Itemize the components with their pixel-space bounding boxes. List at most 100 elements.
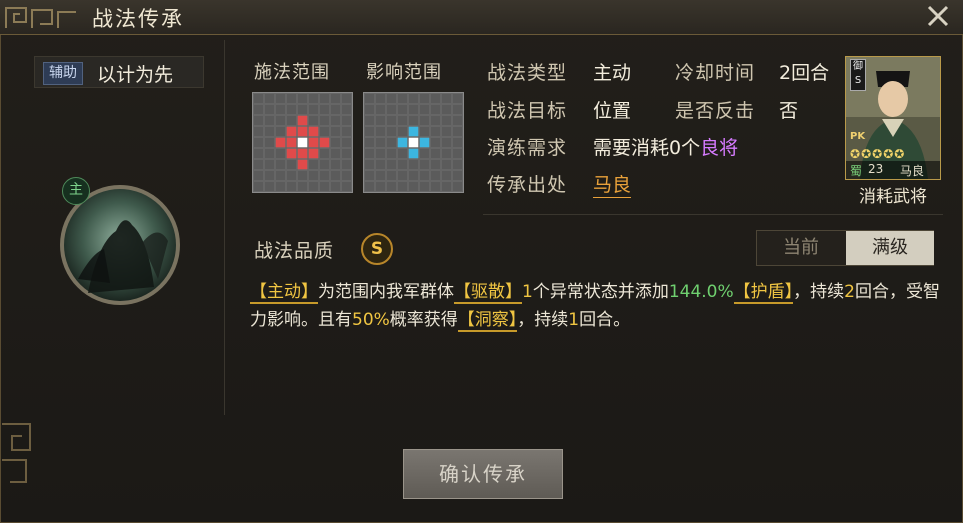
grid-cell: [264, 148, 275, 159]
grid-cell: [319, 137, 330, 148]
counter-key: 是否反击: [675, 100, 756, 122]
grid-cell: [253, 115, 264, 126]
desc-keyword-dispel: 【驱散】: [454, 282, 522, 304]
grid-cell: [275, 104, 286, 115]
grid-cell: [319, 181, 330, 192]
grid-cell: [419, 137, 430, 148]
grid-cell: [330, 159, 341, 170]
grid-cell: [297, 148, 308, 159]
grid-cell: [341, 137, 352, 148]
grid-cell: [275, 137, 286, 148]
grid-cell: [341, 93, 352, 104]
grid-cell: [441, 170, 452, 181]
desc-text: 回合。: [579, 310, 631, 330]
grid-cell: [341, 126, 352, 137]
grid-cell: [419, 159, 430, 170]
grid-cell: [308, 104, 319, 115]
grid-cell: [308, 148, 319, 159]
grid-cell: [297, 170, 308, 181]
grid-cell: [297, 159, 308, 170]
grid-cell: [397, 126, 408, 137]
tab-max-level[interactable]: 满级: [846, 231, 934, 265]
grid-cell: [297, 137, 308, 148]
grid-cell: [275, 159, 286, 170]
desc-keyword-shield: 【护盾】: [733, 282, 794, 304]
grid-cell: [452, 148, 463, 159]
effect-range-grid: [363, 92, 464, 193]
grid-cell: [375, 126, 386, 137]
grid-cell: [308, 159, 319, 170]
general-card[interactable]: 御S PK ✪✪✪✪✪ 蜀 23 马良: [845, 56, 941, 180]
counter-value: 否: [779, 100, 799, 122]
cast-range-grid: [252, 92, 353, 193]
grid-cell: [452, 159, 463, 170]
grid-cell: [253, 93, 264, 104]
grid-cell: [253, 148, 264, 159]
tab-current-level[interactable]: 当前: [757, 231, 845, 265]
grid-cell: [375, 170, 386, 181]
star-icon: ✪: [883, 147, 894, 161]
grid-cell: [441, 115, 452, 126]
grid-cell: [297, 126, 308, 137]
side-ornament-icon: [2, 423, 31, 483]
grid-cell: [452, 137, 463, 148]
grid-cell: [364, 148, 375, 159]
origin-link[interactable]: 马良: [593, 170, 632, 198]
grid-cell: [452, 104, 463, 115]
grid-cell: [419, 126, 430, 137]
grid-cell: [452, 115, 463, 126]
train-key: 演练需求: [487, 137, 568, 159]
grid-cell: [441, 104, 452, 115]
grid-cell: [386, 148, 397, 159]
grid-cell: [419, 115, 430, 126]
vertical-divider: [224, 40, 225, 415]
train-prefix: 需要消耗0个: [593, 137, 701, 159]
desc-text: 个异常状态并添加: [532, 282, 669, 302]
grid-cell: [430, 159, 441, 170]
grid-cell: [330, 104, 341, 115]
star-icon: ✪: [872, 147, 883, 161]
grid-cell: [364, 115, 375, 126]
grid-cell: [364, 126, 375, 137]
grid-cell: [419, 170, 430, 181]
grid-cell: [330, 148, 341, 159]
grid-cell: [430, 115, 441, 126]
grid-cell: [364, 181, 375, 192]
grid-cell: [386, 181, 397, 192]
grid-cell: [397, 148, 408, 159]
grid-cell: [308, 181, 319, 192]
grid-cell: [430, 148, 441, 159]
grid-cell: [264, 115, 275, 126]
grid-cell: [286, 93, 297, 104]
grid-cell: [330, 93, 341, 104]
skill-description: 【主动】为范围内我军群体【驱散】1个异常状态并添加144.0%【护盾】，持续2回…: [250, 278, 940, 334]
grid-cell: [341, 115, 352, 126]
grid-cell: [397, 137, 408, 148]
grid-cell: [275, 126, 286, 137]
skill-type-tag: 辅助: [43, 62, 83, 85]
grid-cell: [264, 159, 275, 170]
grid-cell: [430, 137, 441, 148]
grid-cell: [430, 126, 441, 137]
desc-text: ，持续: [793, 282, 845, 302]
grid-cell: [430, 93, 441, 104]
effect-range-label: 影响范围: [366, 62, 442, 83]
desc-text: ，持续: [517, 310, 569, 330]
skill-name-box: 辅助 以计为先: [34, 56, 204, 88]
grid-cell: [408, 137, 419, 148]
grid-cell: [275, 93, 286, 104]
grid-cell: [341, 181, 352, 192]
confirm-inherit-button[interactable]: 确认传承: [403, 449, 563, 499]
grid-cell: [386, 170, 397, 181]
desc-text: 为范围内我军群体: [318, 282, 454, 302]
skill-name: 以计为先: [97, 64, 174, 86]
grid-cell: [441, 148, 452, 159]
grid-cell: [286, 170, 297, 181]
grid-cell: [408, 104, 419, 115]
train-highlight[interactable]: 良将: [700, 137, 738, 159]
grid-cell: [319, 93, 330, 104]
grid-cell: [264, 137, 275, 148]
grid-cell: [364, 159, 375, 170]
close-icon[interactable]: [925, 3, 951, 29]
grid-cell: [308, 170, 319, 181]
